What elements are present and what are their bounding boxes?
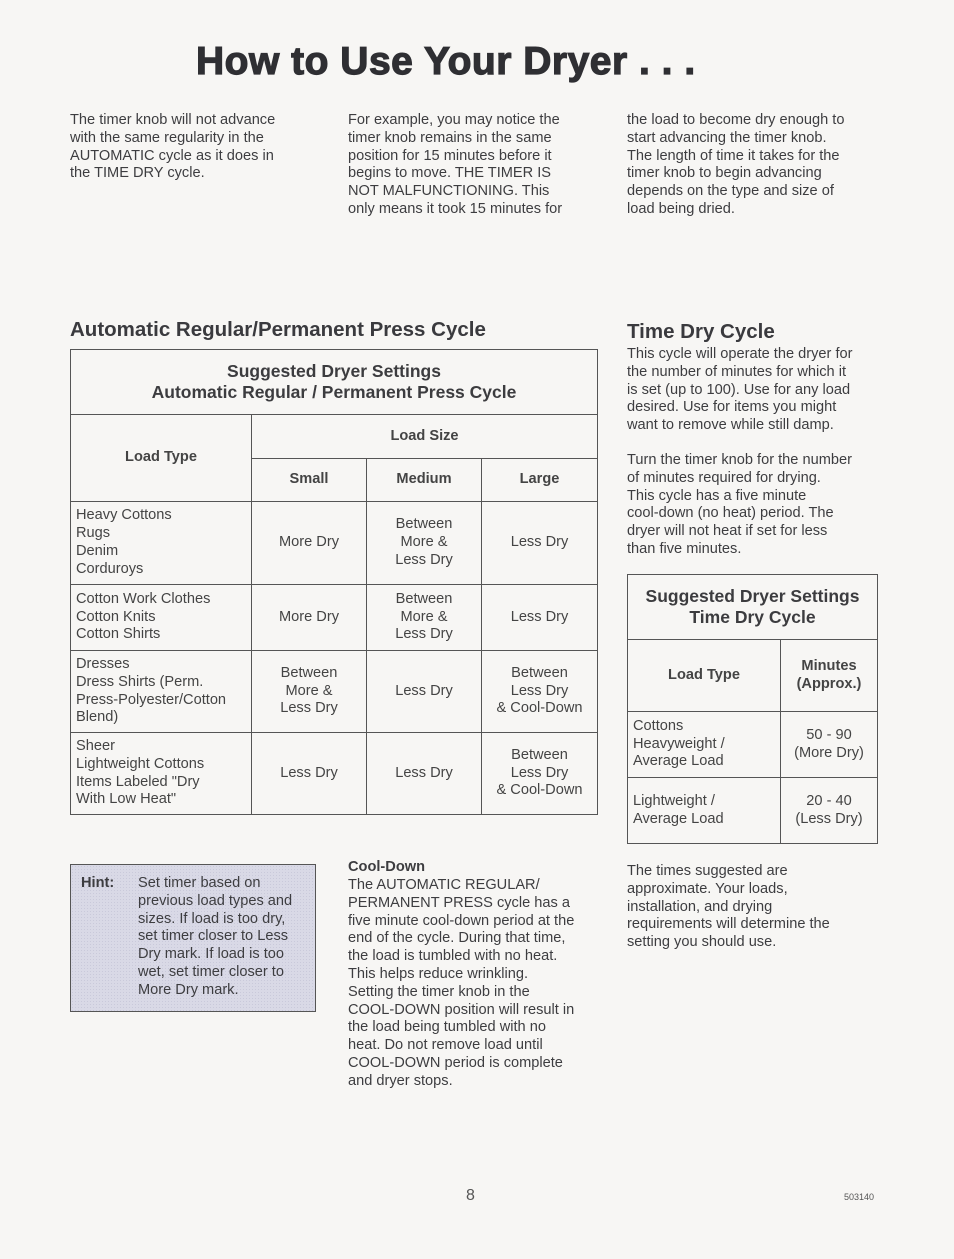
caption-line-2: Automatic Regular / Permanent Press Cycl… bbox=[151, 382, 517, 402]
page-number: 8 bbox=[466, 1187, 475, 1204]
table-row: Lightweight / Average Load 20 - 40 (Less… bbox=[627, 777, 878, 844]
table-row: Sheer Lightweight Cottons Items Labeled … bbox=[70, 732, 598, 815]
table-row: Cottons Heavyweight / Average Load 50 - … bbox=[627, 711, 878, 778]
intro-paragraph-2: For example, you may notice the timer kn… bbox=[348, 112, 563, 217]
large-cell: Between Less Dry & Cool-Down bbox=[481, 732, 598, 815]
caption-line-1: Suggested Dryer Settings bbox=[645, 586, 860, 606]
medium-cell: Less Dry bbox=[366, 732, 482, 815]
load-size-header: Load Size bbox=[251, 414, 598, 459]
table-row: Dresses Dress Shirts (Perm. Press-Polyes… bbox=[70, 650, 598, 733]
time-dry-note: The times suggested are approximate. You… bbox=[627, 863, 830, 951]
load-type-cell: Sheer Lightweight Cottons Items Labeled … bbox=[70, 732, 252, 815]
auto-cycle-settings-table: Suggested Dryer Settings Automatic Regul… bbox=[70, 349, 598, 815]
cooldown-heading: Cool-Down bbox=[348, 859, 426, 875]
time-dry-heading: Time Dry Cycle bbox=[627, 320, 775, 343]
small-cell: More Dry bbox=[251, 501, 367, 585]
minutes-cell: 20 - 40 (Less Dry) bbox=[780, 777, 878, 844]
table-row: Cotton Work Clothes Cotton Knits Cotton … bbox=[70, 584, 598, 651]
large-cell: Less Dry bbox=[481, 584, 598, 651]
cooldown-text: The AUTOMATIC REGULAR/ PERMANENT PRESS c… bbox=[348, 877, 575, 1089]
table-caption: Suggested Dryer Settings Automatic Regul… bbox=[70, 349, 598, 415]
load-type-header: Load Type bbox=[70, 414, 252, 502]
load-type-cell: Dresses Dress Shirts (Perm. Press-Polyes… bbox=[70, 650, 252, 733]
time-dry-settings-table: Suggested Dryer Settings Time Dry Cycle … bbox=[627, 574, 878, 844]
hint-box: Hint: Set timer based on previous load t… bbox=[70, 864, 316, 1012]
caption-line-1: Suggested Dryer Settings bbox=[227, 361, 441, 381]
caption-line-2: Time Dry Cycle bbox=[689, 607, 816, 627]
intro-paragraph-3: the load to become dry enough to start a… bbox=[627, 112, 845, 217]
medium-cell: Less Dry bbox=[366, 650, 482, 733]
load-type-cell: Heavy Cottons Rugs Denim Corduroys bbox=[70, 501, 252, 585]
load-type-cell: Cotton Work Clothes Cotton Knits Cotton … bbox=[70, 584, 252, 651]
small-cell: More Dry bbox=[251, 584, 367, 651]
small-cell: Between More & Less Dry bbox=[251, 650, 367, 733]
small-cell: Less Dry bbox=[251, 732, 367, 815]
document-code: 503140 bbox=[844, 1192, 875, 1202]
medium-cell: Between More & Less Dry bbox=[366, 501, 482, 585]
time-dry-paragraph-2: Turn the timer knob for the number of mi… bbox=[627, 452, 852, 557]
size-header-medium: Medium bbox=[366, 458, 482, 502]
intro-paragraph-1: The timer knob will not advance with the… bbox=[70, 112, 276, 182]
minutes-header: Minutes (Approx.) bbox=[780, 639, 878, 712]
size-header-small: Small bbox=[251, 458, 367, 502]
hint-text: Set timer based on previous load types a… bbox=[138, 875, 293, 998]
time-dry-paragraph-1: This cycle will operate the dryer for th… bbox=[627, 346, 853, 434]
table-row: Heavy Cottons Rugs Denim Corduroys More … bbox=[70, 501, 598, 585]
table-caption: Suggested Dryer Settings Time Dry Cycle bbox=[627, 574, 878, 640]
load-type-header: Load Type bbox=[627, 639, 781, 712]
medium-cell: Between More & Less Dry bbox=[366, 584, 482, 651]
large-cell: Between Less Dry & Cool-Down bbox=[481, 650, 598, 733]
large-cell: Less Dry bbox=[481, 501, 598, 585]
hint-label: Hint: bbox=[81, 875, 115, 891]
size-header-large: Large bbox=[481, 458, 598, 502]
load-type-cell: Cottons Heavyweight / Average Load bbox=[627, 711, 781, 778]
auto-cycle-heading: Automatic Regular/Permanent Press Cycle bbox=[70, 318, 486, 341]
load-type-cell: Lightweight / Average Load bbox=[627, 777, 781, 844]
minutes-cell: 50 - 90 (More Dry) bbox=[780, 711, 878, 778]
page-title: How to Use Your Dryer . . . bbox=[195, 39, 696, 83]
